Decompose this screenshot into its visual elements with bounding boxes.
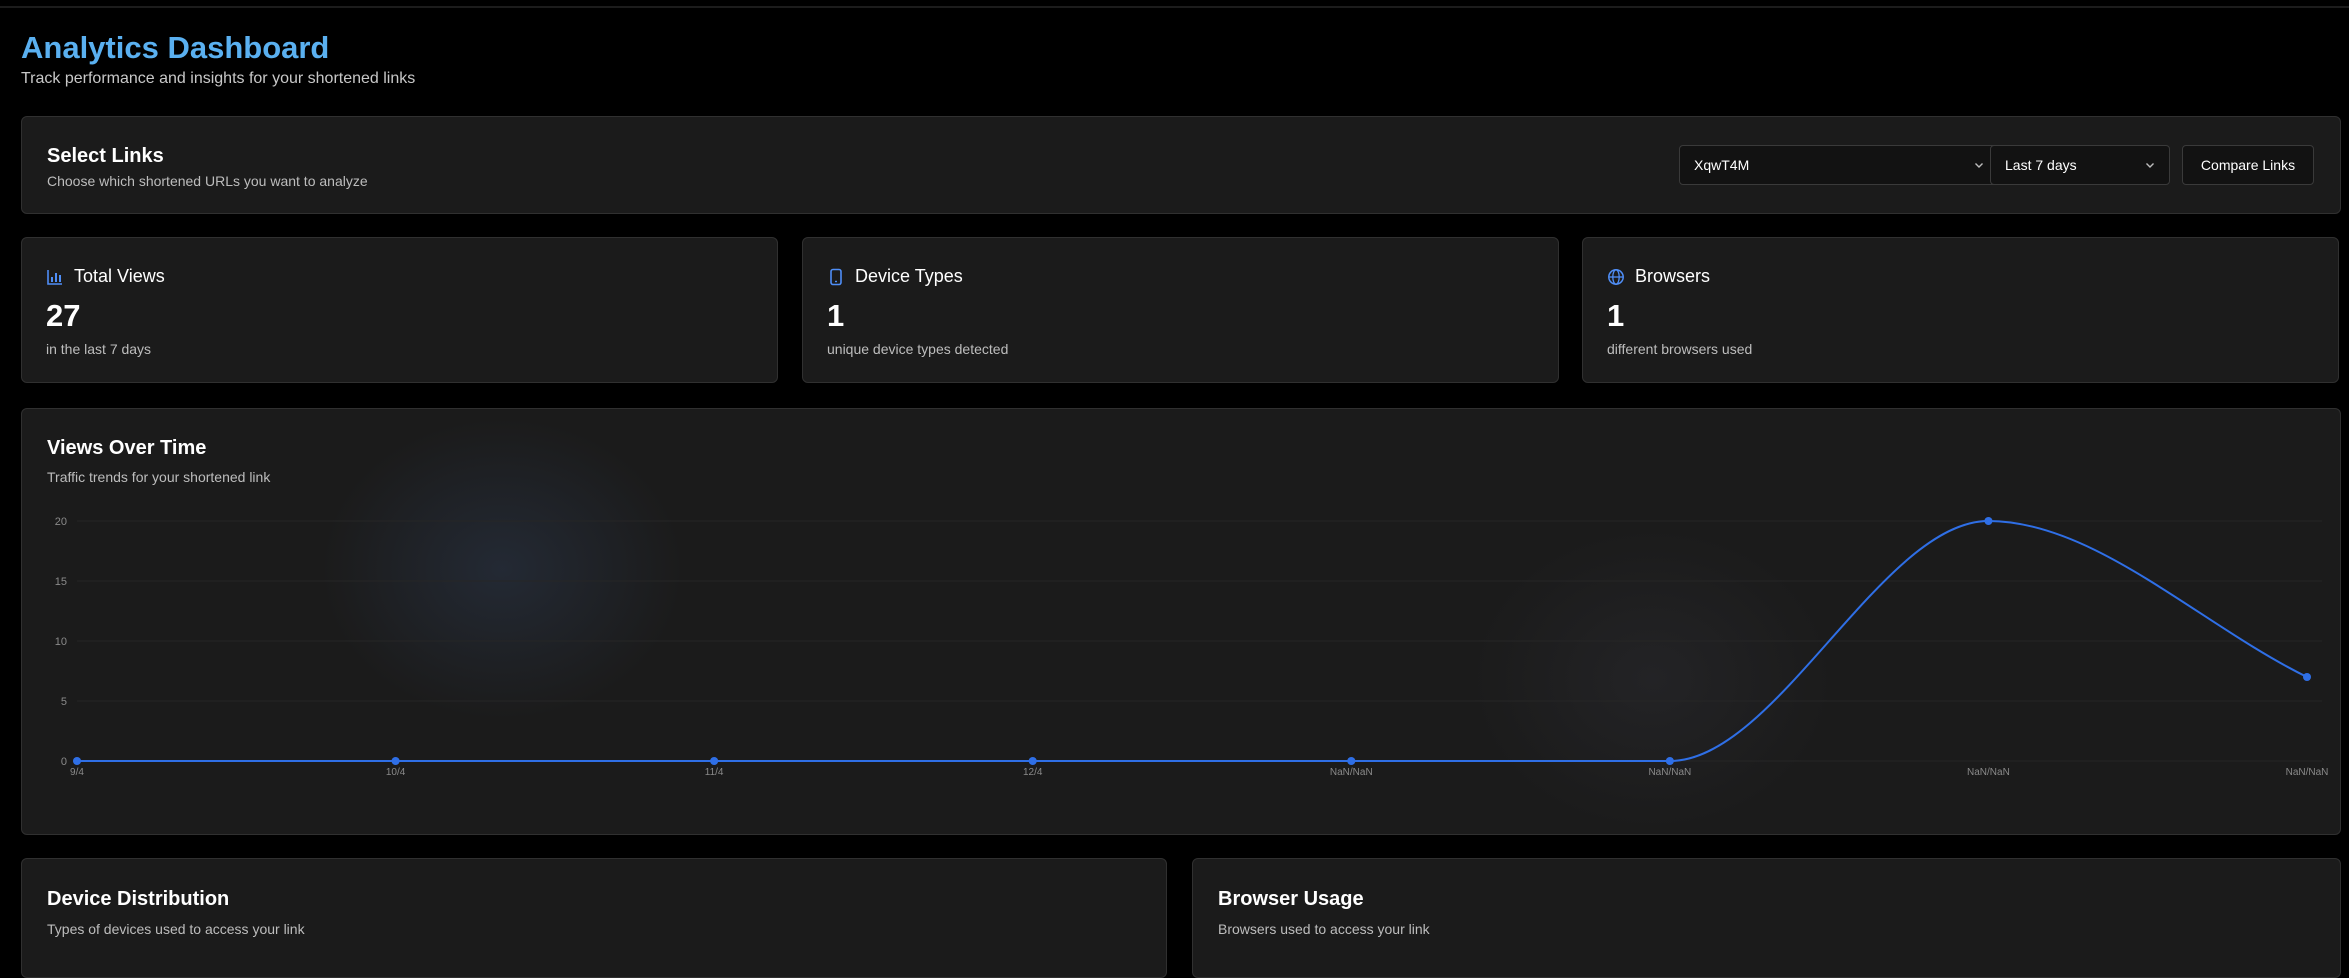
y-tick-label: 10 [55, 636, 67, 648]
chevron-down-icon [1975, 163, 1983, 168]
browser-usage-title: Browser Usage [1218, 888, 1364, 910]
device-types-subtext: unique device types detected [827, 341, 1009, 357]
y-tick-label: 5 [61, 696, 67, 708]
compare-links-button[interactable]: Compare Links [2182, 145, 2314, 185]
select-links-title: Select Links [47, 145, 164, 167]
top-divider [0, 6, 2349, 8]
x-tick-label: 9/4 [70, 767, 84, 778]
device-types-card: Device Types 1 unique device types detec… [802, 237, 1559, 383]
browser-usage-description: Browsers used to access your link [1218, 921, 1430, 937]
total-views-value: 27 [46, 298, 81, 333]
select-links-description: Choose which shortened URLs you want to … [47, 173, 368, 189]
page-subtitle: Track performance and insights for your … [21, 70, 416, 87]
page-title: Analytics Dashboard [21, 30, 330, 65]
x-tick-label: NaN/NaN [1648, 767, 1691, 778]
data-point [1347, 757, 1356, 765]
device-types-label: Device Types [855, 266, 963, 286]
x-tick-label: 11/4 [705, 767, 724, 778]
link-select-value: XqwT4M [1694, 157, 1750, 173]
device-distribution-title: Device Distribution [47, 888, 230, 910]
device-distribution-description: Types of devices used to access your lin… [47, 921, 305, 937]
y-tick-label: 0 [61, 756, 67, 768]
x-tick-label: NaN/NaN [1967, 767, 2010, 778]
browser-usage-card: Browser Usage Browsers used to access yo… [1192, 858, 2341, 978]
views-over-time-card: Views Over Time Traffic trends for your … [21, 408, 2341, 835]
y-tick-label: 20 [55, 516, 67, 528]
select-links-card: Select Links Choose which shortened URLs… [21, 116, 2341, 214]
browsers-subtext: different browsers used [1607, 341, 1753, 357]
data-point [73, 757, 81, 765]
x-tick-label: NaN/NaN [1330, 767, 1373, 778]
browsers-value: 1 [1607, 298, 1625, 333]
views-line-chart: 0 5 10 15 20 9/4 10/4 11/4 12/4 NaN/NaN NaN/NaN NaN… [55, 516, 2329, 778]
link-select[interactable]: XqwT4M [1679, 145, 1999, 185]
x-tick-label: 12/4 [1023, 767, 1043, 778]
globe-icon [1608, 268, 1624, 285]
data-point [391, 757, 400, 765]
data-point [1028, 757, 1037, 765]
data-point [1665, 757, 1674, 765]
data-point [2303, 673, 2311, 681]
device-distribution-card: Device Distribution Types of devices use… [21, 858, 1167, 978]
smartphone-icon [830, 268, 842, 285]
bar-chart-icon [47, 269, 62, 285]
date-range-select[interactable]: Last 7 days [1990, 145, 2170, 185]
data-point [1984, 517, 1993, 525]
device-types-value: 1 [827, 298, 845, 333]
browsers-label: Browsers [1635, 266, 1711, 286]
browsers-card: Browsers 1 different browsers used [1582, 237, 2339, 383]
x-tick-label: NaN/NaN [2286, 767, 2329, 778]
x-tick-label: 10/4 [386, 767, 406, 778]
date-range-value: Last 7 days [2005, 157, 2077, 173]
total-views-card: Total Views 27 in the last 7 days [21, 237, 778, 383]
total-views-label: Total Views [74, 266, 165, 286]
chevron-down-icon [2146, 163, 2154, 168]
y-tick-label: 15 [55, 576, 67, 588]
data-point [710, 757, 719, 765]
total-views-subtext: in the last 7 days [46, 341, 152, 357]
